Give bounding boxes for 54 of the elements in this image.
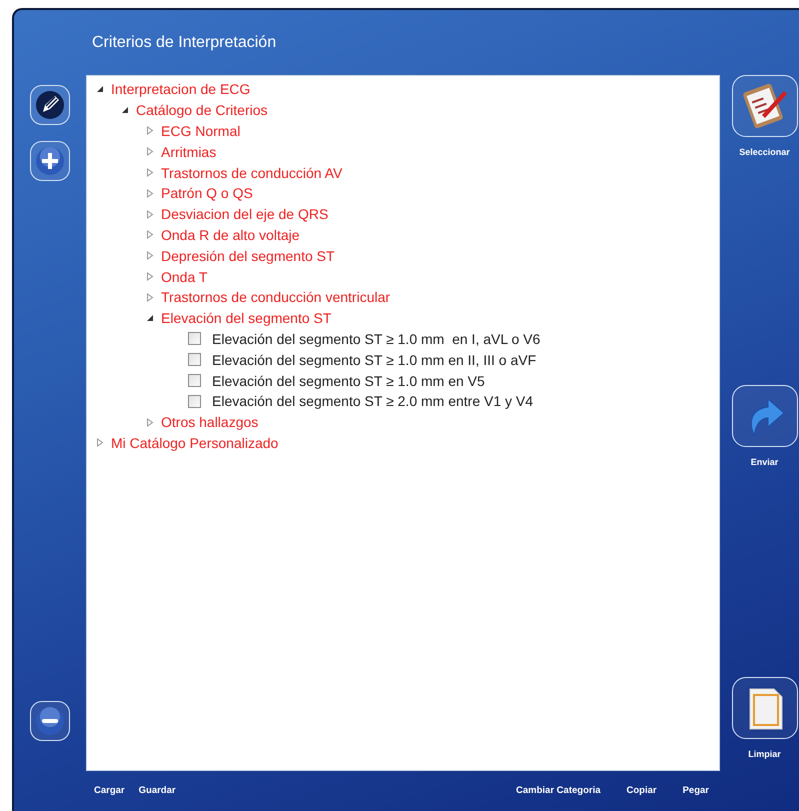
- edit-button[interactable]: [30, 85, 70, 125]
- clear-button[interactable]: [732, 677, 798, 739]
- tree-item[interactable]: Arritmias: [161, 144, 216, 160]
- tree-item[interactable]: Catálogo de Criterios: [136, 102, 268, 118]
- button-label: Seleccionar: [739, 147, 790, 157]
- tree-item[interactable]: Mi Catálogo Personalizado: [111, 434, 278, 451]
- select-button[interactable]: [732, 75, 798, 137]
- remove-button[interactable]: [30, 701, 70, 741]
- checkbox[interactable]: [188, 374, 201, 388]
- button-label: Limpiar: [748, 749, 781, 759]
- checkbox-label: Elevación del segmento ST ≥ 1.0 mm en I, aVL o V6: [212, 330, 540, 347]
- checkbox-label: Elevación del segmento ST ≥ 1.0 mm en II, III o aVF: [212, 352, 536, 368]
- tree-item[interactable]: Depresión del segmento ST: [161, 248, 335, 264]
- expand-icon[interactable]: [145, 272, 155, 282]
- collapse-icon[interactable]: [145, 313, 155, 324]
- collapse-icon[interactable]: [120, 105, 130, 116]
- send-button[interactable]: [732, 385, 798, 447]
- toolbar-button[interactable]: Pegar: [682, 785, 709, 796]
- expand-icon[interactable]: [95, 438, 105, 448]
- tree-item[interactable]: Onda R de alto voltaje: [161, 226, 300, 243]
- toolbar-button[interactable]: Copiar: [626, 785, 657, 796]
- checkbox[interactable]: [188, 332, 201, 346]
- checkbox[interactable]: [188, 353, 201, 366]
- expand-icon[interactable]: [145, 126, 155, 136]
- expand-icon[interactable]: [145, 417, 155, 428]
- plus-icon: [34, 145, 66, 177]
- checkbox-label: Elevación del segmento ST ≥ 2.0 mm entre V1 y V4: [212, 393, 534, 410]
- checkbox[interactable]: [188, 394, 201, 408]
- tree-item[interactable]: Interpretacion de ECG: [111, 81, 250, 98]
- button-label: Enviar: [750, 457, 778, 467]
- pencil-icon: [34, 89, 66, 121]
- expand-icon[interactable]: [145, 292, 155, 302]
- tree-item[interactable]: Trastornos de conducción ventricular: [161, 289, 390, 306]
- tree-item[interactable]: ECG Normal: [161, 122, 240, 139]
- window-title: Criterios de Interpretación: [91, 33, 278, 51]
- expand-icon[interactable]: [145, 168, 155, 178]
- expand-icon[interactable]: [145, 209, 155, 220]
- tree-item[interactable]: Trastornos de conducción AV: [161, 164, 342, 181]
- minus-icon: [34, 705, 66, 737]
- tree-item[interactable]: Onda T: [161, 268, 208, 285]
- tree-item[interactable]: Desviacion del eje de QRS: [161, 206, 328, 222]
- toolbar-button[interactable]: Guardar: [138, 785, 176, 796]
- expand-icon[interactable]: [145, 250, 155, 261]
- checkbox-label: Elevación del segmento ST ≥ 1.0 mm en V5: [212, 372, 485, 389]
- expand-icon[interactable]: [145, 146, 155, 157]
- tree-item[interactable]: Patrón Q o QS: [161, 185, 253, 202]
- expand-icon[interactable]: [145, 230, 155, 240]
- toolbar-button[interactable]: Cargar: [94, 785, 125, 796]
- expand-icon[interactable]: [145, 188, 155, 198]
- collapse-icon[interactable]: [95, 84, 105, 94]
- toolbar-button[interactable]: Cambiar Categoria: [516, 785, 600, 796]
- tree-item[interactable]: Elevación del segmento ST: [161, 310, 332, 326]
- tree-item[interactable]: Otros hallazgos: [161, 414, 258, 430]
- add-button[interactable]: [30, 141, 70, 181]
